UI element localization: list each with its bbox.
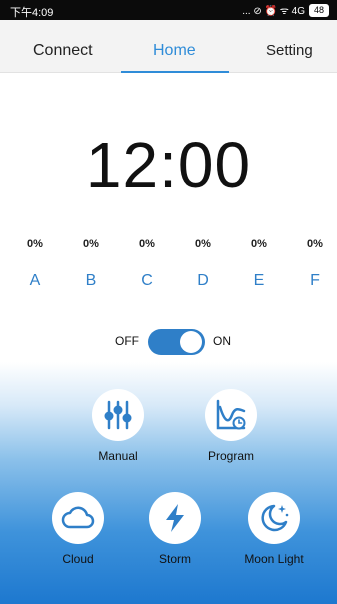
tab-setting[interactable]: Setting xyxy=(266,42,313,59)
storm-label: Storm xyxy=(158,552,191,566)
clock-display: 12:00 xyxy=(85,129,252,201)
power-toggle-row: OFF ON xyxy=(0,328,337,356)
sliders-icon xyxy=(104,400,132,430)
cloud-icon-circle xyxy=(52,492,104,544)
signal-icons: ... ⊘ ⏰ ᯤ 4G xyxy=(242,6,305,17)
channel-percent: 0% xyxy=(307,238,323,250)
channel-percent: 0% xyxy=(139,238,155,250)
manual-icon-circle xyxy=(92,389,144,441)
channel-f: 0% F xyxy=(295,238,335,290)
channel-percent: 0% xyxy=(251,238,267,250)
manual-mode-button[interactable]: Manual xyxy=(88,389,148,463)
channel-percent: 0% xyxy=(83,238,99,250)
cloud-icon xyxy=(61,506,95,529)
battery-icon: 48 xyxy=(308,3,329,17)
manual-label: Manual xyxy=(98,449,138,463)
on-label: ON xyxy=(213,334,231,348)
lightning-icon xyxy=(166,504,184,532)
top-tab-bar: Connect Home Setting xyxy=(0,20,337,73)
power-switch[interactable] xyxy=(148,329,205,355)
program-icon-circle xyxy=(205,389,257,441)
channel-percent: 0% xyxy=(195,238,211,250)
storm-mode-button[interactable]: Storm xyxy=(143,492,207,566)
storm-icon-circle xyxy=(149,492,201,544)
status-icons: ... ⊘ ⏰ ᯤ 4G 48 xyxy=(242,3,329,17)
channel-label: E xyxy=(253,272,265,289)
status-bar: 下午4:09 ... ⊘ ⏰ ᯤ 4G 48 xyxy=(0,0,337,20)
program-mode-button[interactable]: Program xyxy=(196,389,266,463)
channel-a: 0% A xyxy=(15,238,55,290)
channel-d: 0% D xyxy=(183,238,223,290)
off-label: OFF xyxy=(115,334,139,348)
modes-panel-background xyxy=(0,362,337,604)
status-time: 下午4:09 xyxy=(10,7,54,19)
channel-label: B xyxy=(85,272,97,289)
channel-percent: 0% xyxy=(27,238,43,250)
moon-light-mode-button[interactable]: Moon Light xyxy=(234,492,314,566)
tab-home[interactable]: Home xyxy=(153,42,196,60)
channel-label: D xyxy=(197,272,209,289)
moon-icon-circle xyxy=(248,492,300,544)
switch-knob xyxy=(180,331,202,353)
cloud-label: Cloud xyxy=(62,552,94,566)
channel-label: A xyxy=(29,272,41,289)
moon-light-label: Moon Light xyxy=(244,552,304,566)
cloud-mode-button[interactable]: Cloud xyxy=(48,492,108,566)
active-tab-indicator xyxy=(121,71,229,73)
channel-e: 0% E xyxy=(239,238,279,290)
channel-label: C xyxy=(141,272,153,289)
tab-connect[interactable]: Connect xyxy=(33,42,93,60)
channel-b: 0% B xyxy=(71,238,111,290)
channel-c: 0% C xyxy=(127,238,167,290)
moon-stars-icon xyxy=(261,504,289,532)
channel-label: F xyxy=(310,272,320,289)
program-curve-icon xyxy=(216,399,246,430)
program-label: Program xyxy=(207,449,254,463)
